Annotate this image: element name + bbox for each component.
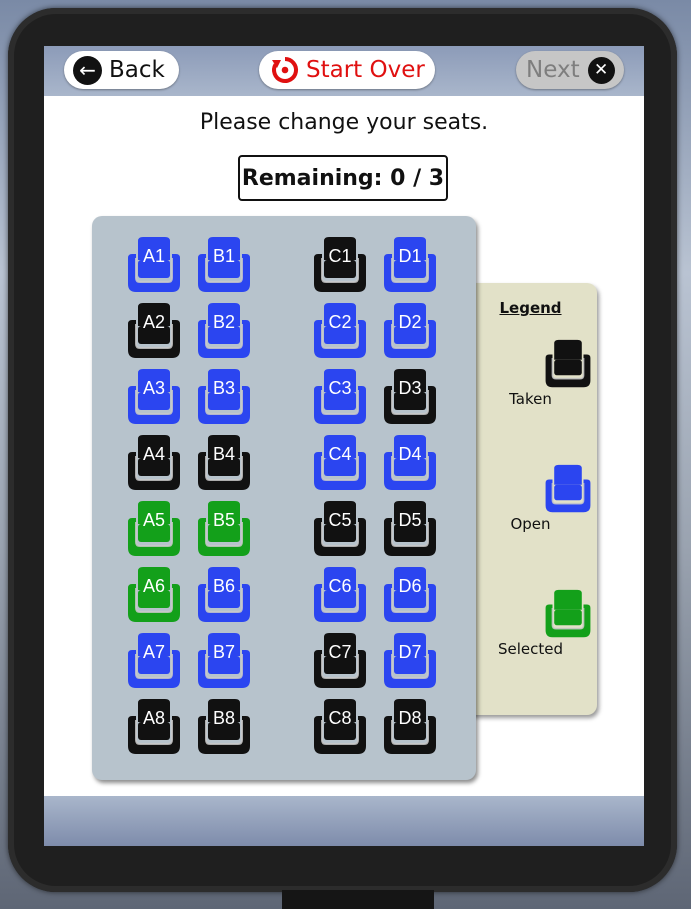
legend-taken-label: Taken (509, 390, 552, 408)
seat-b4: B4 (194, 434, 254, 492)
seat-d8: D8 (380, 698, 440, 756)
seat-label: D1 (398, 246, 422, 266)
seat-a5[interactable]: A5 (124, 500, 184, 558)
seat-a6[interactable]: A6 (124, 566, 184, 624)
seat-c3[interactable]: C3 (310, 368, 370, 426)
seat-label: C4 (328, 444, 352, 464)
seat-label: B2 (212, 312, 236, 332)
seat-label: A2 (142, 312, 166, 332)
seat-label: B8 (212, 708, 236, 728)
seat-label: A1 (142, 246, 166, 266)
back-button[interactable]: ← Back (64, 51, 179, 89)
seat-d6[interactable]: D6 (380, 566, 440, 624)
seat-label: B5 (212, 510, 236, 530)
instruction-text: Please change your seats. (199, 110, 489, 135)
seat-d4[interactable]: D4 (380, 434, 440, 492)
legend-open-label: Open (510, 515, 551, 533)
remaining-counter: Remaining: 0 / 3 (238, 155, 448, 201)
seat-a4: A4 (124, 434, 184, 492)
legend-selected-label: Selected (497, 640, 564, 658)
seat-c7: C7 (310, 632, 370, 690)
seat-label: C7 (328, 642, 352, 662)
seat-label: D5 (398, 510, 422, 530)
seat-label: D3 (398, 378, 422, 398)
seat-label: A3 (142, 378, 166, 398)
seat-label: D4 (398, 444, 422, 464)
seat-b1[interactable]: B1 (194, 236, 254, 294)
close-circle-icon: ✕ (587, 56, 615, 84)
seat-d7[interactable]: D7 (380, 632, 440, 690)
next-label: Next (526, 57, 580, 83)
seat-label: B6 (212, 576, 236, 596)
seat-label: C6 (328, 576, 352, 596)
seat-a8: A8 (124, 698, 184, 756)
seat-b6[interactable]: B6 (194, 566, 254, 624)
seat-d2[interactable]: D2 (380, 302, 440, 360)
seat-b2[interactable]: B2 (194, 302, 254, 360)
seat-label: A5 (142, 510, 166, 530)
start-over-button[interactable]: Start Over (259, 51, 435, 89)
seat-label: C5 (328, 510, 352, 530)
kiosk-stand (282, 890, 434, 909)
seat-label: B3 (212, 378, 236, 398)
seat-b5[interactable]: B5 (194, 500, 254, 558)
seat-label: A8 (142, 708, 166, 728)
seat-map: A1 B1 C1 D1 A2 B2 C2 D2 A3 B3 C3 D3 A4 B4 C4 D4 A5 B5 C5 D5… (92, 216, 476, 780)
seat-label: A4 (142, 444, 166, 464)
seat-b3[interactable]: B3 (194, 368, 254, 426)
seat-d1[interactable]: D1 (380, 236, 440, 294)
start-over-label: Start Over (306, 57, 425, 83)
seat-label: D7 (398, 642, 422, 662)
bottom-bar (44, 796, 644, 846)
seat-label: C8 (328, 708, 352, 728)
seat-c8: C8 (310, 698, 370, 756)
seat-c5: C5 (310, 500, 370, 558)
seat-label: A7 (142, 642, 166, 662)
seat-a7[interactable]: A7 (124, 632, 184, 690)
legend-title: Legend (499, 299, 562, 317)
seat-c6[interactable]: C6 (310, 566, 370, 624)
seat-label: D8 (398, 708, 422, 728)
seat-label: B7 (212, 642, 236, 662)
seat-d5: D5 (380, 500, 440, 558)
seat-label: D2 (398, 312, 422, 332)
seat-label: B1 (212, 246, 236, 266)
seat-label: B4 (212, 444, 236, 464)
seat-label: A6 (142, 576, 166, 596)
seat-d3: D3 (380, 368, 440, 426)
top-nav-bar: ← Back Start Over Next ✕ (44, 46, 644, 96)
back-label: Back (109, 57, 165, 83)
seat-c2[interactable]: C2 (310, 302, 370, 360)
seat-c1: C1 (310, 236, 370, 294)
seat-label: C1 (328, 246, 352, 266)
seat-a2: A2 (124, 302, 184, 360)
legend-panel: Legend Taken Open Selected (464, 283, 597, 715)
seat-a1[interactable]: A1 (124, 236, 184, 294)
kiosk-screen: ← Back Start Over Next ✕ Please change y… (44, 46, 644, 846)
seat-b7[interactable]: B7 (194, 632, 254, 690)
seat-c4[interactable]: C4 (310, 434, 370, 492)
seat-b8: B8 (194, 698, 254, 756)
seat-label: C3 (328, 378, 352, 398)
seat-a3[interactable]: A3 (124, 368, 184, 426)
arrow-left-icon: ← (73, 55, 102, 85)
next-button[interactable]: Next ✕ (516, 51, 624, 89)
seat-label: D6 (398, 576, 422, 596)
restart-icon (272, 57, 298, 83)
seat-label: C2 (328, 312, 352, 332)
